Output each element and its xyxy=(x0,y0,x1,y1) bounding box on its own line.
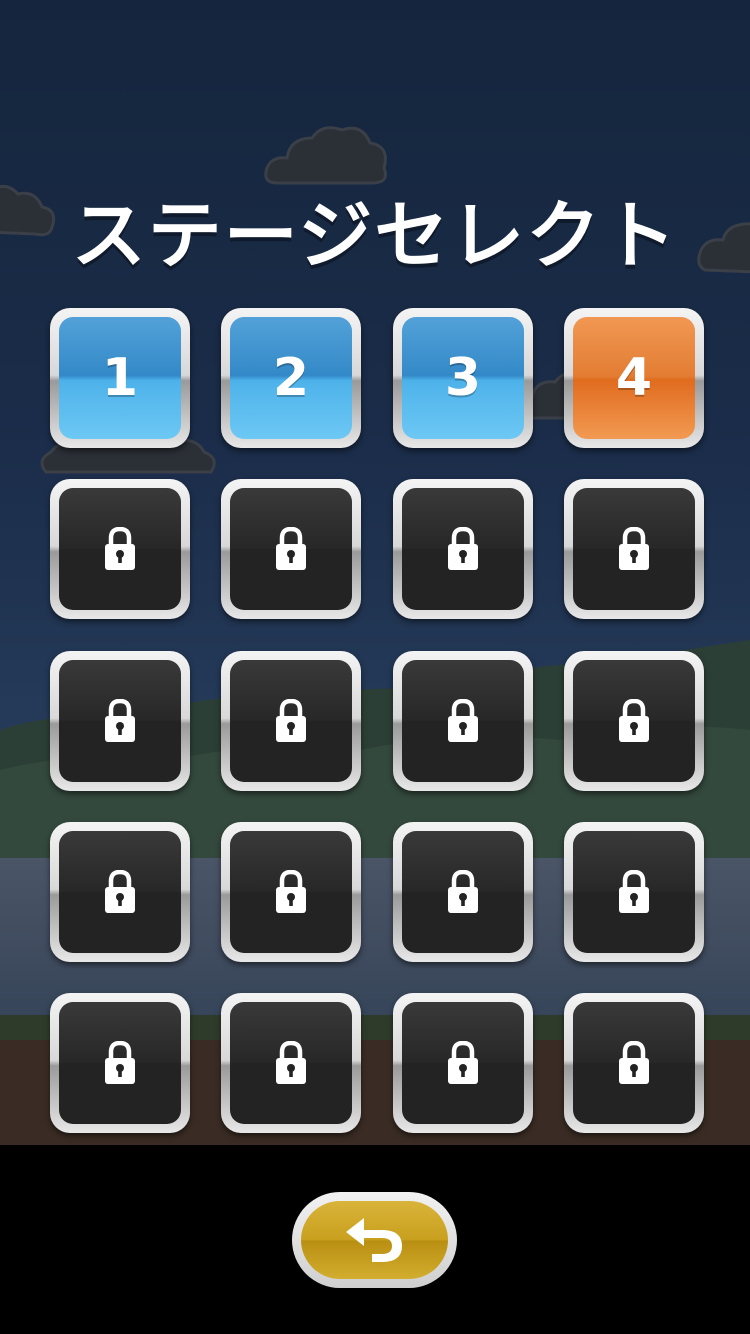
stage-tile[interactable] xyxy=(564,479,704,619)
stage-tile[interactable] xyxy=(50,993,190,1133)
tile-gloss xyxy=(230,660,352,721)
tile-gloss xyxy=(573,831,695,892)
stage-tile[interactable]: 1 xyxy=(50,308,190,448)
stage-number: 1 xyxy=(101,348,139,408)
tile-gloss xyxy=(230,831,352,892)
tile-gloss xyxy=(59,831,181,892)
tile-gloss xyxy=(573,488,695,549)
stage-tile[interactable] xyxy=(393,822,533,962)
stage-tile-face xyxy=(573,1002,695,1124)
tile-gloss xyxy=(230,1002,352,1063)
stage-tile-face xyxy=(230,488,352,610)
stage-tile-face xyxy=(402,660,524,782)
stage-tile[interactable] xyxy=(564,822,704,962)
stage-tile-face xyxy=(59,831,181,953)
tile-gloss xyxy=(230,488,352,549)
stage-tile[interactable] xyxy=(221,479,361,619)
stage-tile[interactable]: 2 xyxy=(221,308,361,448)
stage-tile[interactable] xyxy=(221,822,361,962)
stage-tile-face xyxy=(402,831,524,953)
stage-tile-face xyxy=(573,488,695,610)
tile-gloss xyxy=(573,1002,695,1063)
tile-gloss xyxy=(402,831,524,892)
stage-tile[interactable] xyxy=(50,479,190,619)
stage-tile-face xyxy=(230,1002,352,1124)
stage-tile-face: 2 xyxy=(230,317,352,439)
stage-tile-face xyxy=(230,831,352,953)
stage-tile[interactable] xyxy=(221,993,361,1133)
stage-tile[interactable] xyxy=(50,651,190,791)
tile-gloss xyxy=(573,660,695,721)
tile-gloss xyxy=(59,660,181,721)
stage-tile-face xyxy=(59,488,181,610)
stage-tile-face: 3 xyxy=(402,317,524,439)
stage-number: 3 xyxy=(444,348,482,408)
stage-tile[interactable] xyxy=(393,651,533,791)
stage-select-scene: ステージセレクト 1 2 3 4 xyxy=(0,0,750,1145)
stage-tile[interactable] xyxy=(393,993,533,1133)
stage-tile[interactable]: 3 xyxy=(393,308,533,448)
stage-tile[interactable]: 4 xyxy=(564,308,704,448)
stage-tile-face xyxy=(59,1002,181,1124)
tile-gloss xyxy=(402,488,524,549)
stage-grid: 1 2 3 4 xyxy=(50,308,704,1133)
stage-tile-face xyxy=(573,831,695,953)
stage-tile-face xyxy=(402,488,524,610)
stage-tile[interactable] xyxy=(564,651,704,791)
stage-tile-face: 4 xyxy=(573,317,695,439)
tile-gloss xyxy=(59,1002,181,1063)
back-button-face xyxy=(301,1201,448,1279)
back-button[interactable] xyxy=(292,1192,457,1288)
return-arrow-icon xyxy=(345,1218,402,1262)
stage-tile-face: 1 xyxy=(59,317,181,439)
stage-tile-face xyxy=(59,660,181,782)
page-title: ステージセレクト xyxy=(71,193,679,279)
stage-tile-face xyxy=(573,660,695,782)
tile-gloss xyxy=(402,660,524,721)
stage-number: 2 xyxy=(272,348,310,408)
tile-gloss xyxy=(402,1002,524,1063)
stage-tile[interactable] xyxy=(221,651,361,791)
stage-tile[interactable] xyxy=(50,822,190,962)
stage-tile[interactable] xyxy=(393,479,533,619)
stage-tile-face xyxy=(402,1002,524,1124)
tile-gloss xyxy=(59,488,181,549)
stage-number: 4 xyxy=(615,348,653,408)
stage-tile[interactable] xyxy=(564,993,704,1133)
stage-tile-face xyxy=(230,660,352,782)
